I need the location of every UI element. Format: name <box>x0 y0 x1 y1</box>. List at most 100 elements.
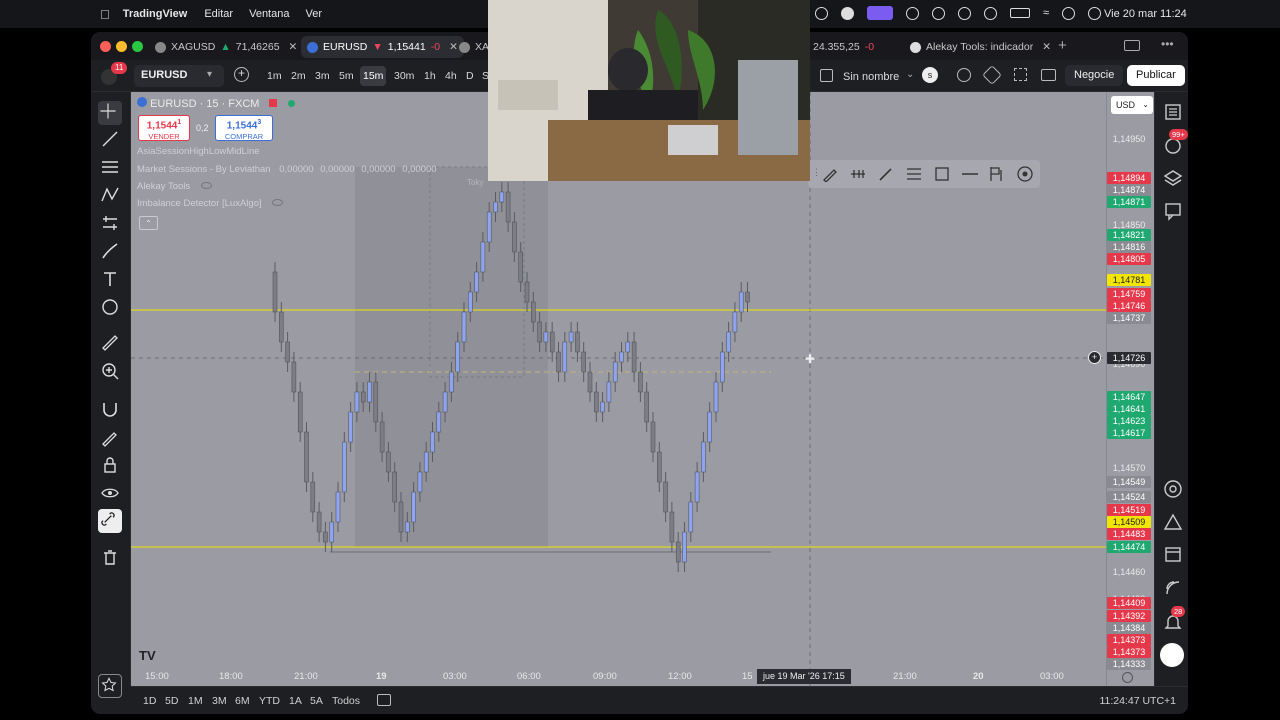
indicator-asia-session[interactable]: AsiaSessionHighLowMidLine <box>137 146 260 157</box>
menu-window[interactable]: Ventana <box>249 8 289 20</box>
battery-icon[interactable] <box>1010 8 1030 18</box>
close-tab-icon[interactable]: ✕ <box>289 41 298 53</box>
search-icon[interactable] <box>1062 7 1076 20</box>
paint-icon[interactable] <box>822 166 838 182</box>
add-alert-icon[interactable]: + <box>1088 351 1101 364</box>
symbol-search[interactable]: EURUSD ▾ <box>134 65 224 87</box>
range-1m[interactable]: 1M <box>188 695 203 707</box>
more-icon[interactable]: ••• <box>1161 37 1174 51</box>
date-range-icon[interactable] <box>377 694 391 706</box>
range-5d[interactable]: 5D <box>165 695 178 707</box>
timezone-clock[interactable]: 11:24:47 UTC+1 <box>1099 695 1176 707</box>
interval-15m[interactable]: 15m <box>360 66 387 86</box>
range-1a[interactable]: 1A <box>289 695 302 707</box>
trendline-icon[interactable] <box>100 129 120 149</box>
add-symbol-icon[interactable]: + <box>234 67 249 82</box>
forecast-icon[interactable] <box>100 213 120 233</box>
line-style-icon[interactable] <box>849 166 867 182</box>
bounding-box-icon[interactable] <box>934 166 950 182</box>
indicator-market-sessions[interactable]: Market Sessions - By Leviathan 0,00000 0… <box>137 164 437 175</box>
layout-icon[interactable] <box>1124 40 1140 51</box>
trade-button[interactable]: Negocie <box>1065 65 1124 86</box>
layout-checkbox[interactable] <box>820 69 833 82</box>
interval-1h[interactable]: 1h <box>421 66 439 86</box>
calendar-icon[interactable] <box>1163 544 1183 564</box>
control-center-icon[interactable] <box>1088 7 1102 20</box>
tab-index[interactable]: 24.355,25 -0 <box>807 36 880 58</box>
link-icon[interactable] <box>98 509 122 533</box>
drag-handle-icon[interactable]: ⋮ <box>812 167 821 178</box>
indicator-imbalance-detector[interactable]: Imbalance Detector [LuxAlgo] <box>137 198 284 209</box>
interval-5m[interactable]: 5m <box>336 66 357 86</box>
interval-4h[interactable]: 4h <box>442 66 460 86</box>
interval-3m[interactable]: 3m <box>312 66 333 86</box>
app-menu[interactable]: TradingView <box>123 8 188 20</box>
menu-edit[interactable]: Editar <box>204 8 233 20</box>
apps-grid-icon[interactable] <box>1160 643 1184 667</box>
headphones-icon[interactable] <box>958 7 971 20</box>
lock-icon[interactable] <box>100 455 120 475</box>
close-tab-icon[interactable]: ✕ <box>1042 41 1051 53</box>
settings-icon[interactable] <box>1016 165 1034 183</box>
hidden-eye-icon[interactable] <box>272 199 284 206</box>
ruler-icon[interactable] <box>100 333 120 353</box>
interval-1m[interactable]: 1m <box>264 66 285 86</box>
status-icon-2[interactable] <box>841 7 854 20</box>
alert-icon[interactable] <box>957 68 971 82</box>
layout-dropdown-icon[interactable]: ⌄ <box>906 69 914 80</box>
zoom-window-button[interactable] <box>132 41 143 52</box>
zoom-in-icon[interactable] <box>100 361 120 381</box>
pencil-icon[interactable] <box>878 166 894 182</box>
text-icon[interactable] <box>100 269 120 289</box>
close-window-button[interactable] <box>100 41 111 52</box>
layout-name[interactable]: Sin nombre <box>843 68 899 87</box>
tab-eurusd[interactable]: EURUSD ▼ 1,15441 -0 ✕ <box>301 36 464 58</box>
menubar-clock[interactable]: Vie 20 mar 11:24 <box>1104 8 1187 20</box>
triangle-icon[interactable] <box>1163 512 1183 532</box>
menu-view[interactable]: Ver <box>305 8 322 20</box>
symbol-options-icon[interactable]: ▾ <box>207 69 212 80</box>
range-ytd[interactable]: YTD <box>259 695 280 707</box>
indicator-alekay-tools[interactable]: Alekay Tools <box>137 181 212 192</box>
brush-icon[interactable] <box>100 241 120 261</box>
tradingview-logo[interactable]: TV <box>139 648 156 663</box>
wifi-icon[interactable]: ≈ <box>1043 7 1049 20</box>
status-icon-1[interactable] <box>815 7 828 20</box>
time-axis[interactable]: 15:00 18:00 21:00 19 03:00 06:00 09:00 12:00 15 2… <box>131 666 1106 686</box>
trash-icon[interactable] <box>100 547 120 567</box>
tab-alekay[interactable]: Alekay Tools: indicador ✕ <box>904 36 1057 58</box>
hidden-eye-icon[interactable] <box>200 182 212 189</box>
settings-icon[interactable] <box>982 65 1002 85</box>
tab-xagusd[interactable]: XAGUSD ▲ 71,46265 ✕ <box>149 36 303 58</box>
range-6m[interactable]: 6M <box>235 695 250 707</box>
fib-settings-icon[interactable] <box>905 166 923 182</box>
new-tab-icon[interactable]: + <box>1058 37 1067 54</box>
buy-button[interactable]: 1,15443 COMPRAR <box>215 115 273 141</box>
range-all[interactable]: Todos <box>332 695 360 707</box>
status-icon-5[interactable] <box>932 7 945 20</box>
crosshair-icon[interactable] <box>98 101 122 125</box>
stay-drawing-icon[interactable] <box>100 427 120 447</box>
chart-pane[interactable]: EURUSD · 15 · FXCM 1,15441 VENDER 0,2 1,… <box>131 92 1154 686</box>
layout-badge[interactable]: s <box>922 67 938 83</box>
broadcast-icon[interactable] <box>1163 578 1183 598</box>
sell-button[interactable]: 1,15441 VENDER <box>138 115 190 141</box>
watchlist-icon[interactable] <box>1163 102 1183 122</box>
status-icon-4[interactable] <box>906 7 919 20</box>
layers-icon[interactable] <box>1163 168 1183 188</box>
line-width-icon[interactable] <box>961 166 979 182</box>
minimize-window-button[interactable] <box>116 41 127 52</box>
interval-d[interactable]: D <box>463 66 477 86</box>
flag-icon[interactable] <box>988 165 1006 183</box>
interval-30m[interactable]: 30m <box>391 66 417 86</box>
price-axis[interactable]: USD ⌄ 1,14950 1,14850 1,14690 1,14570 1,1446… <box>1106 92 1154 686</box>
legend-text[interactable]: EURUSD · 15 · FXCM <box>150 98 259 110</box>
emoji-icon[interactable] <box>100 297 120 317</box>
camera-icon[interactable] <box>1041 69 1056 81</box>
status-icon-3[interactable] <box>867 6 893 20</box>
range-5a[interactable]: 5A <box>310 695 323 707</box>
play-icon[interactable] <box>984 7 997 20</box>
target-icon[interactable] <box>1163 479 1183 499</box>
favorites-icon[interactable] <box>98 674 122 698</box>
range-1d[interactable]: 1D <box>143 695 156 707</box>
